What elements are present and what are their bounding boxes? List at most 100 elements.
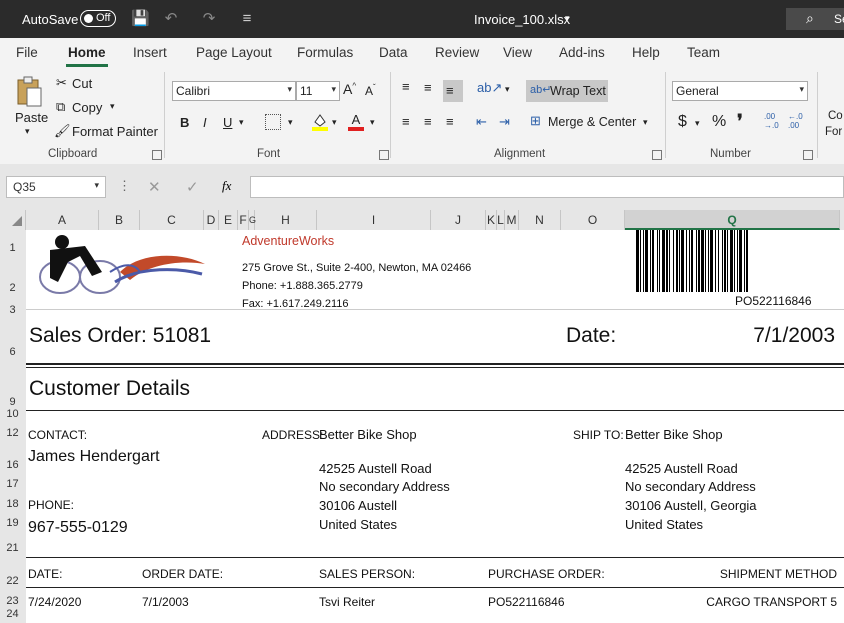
column-header[interactable]: H: [255, 210, 317, 230]
row-header[interactable]: 23: [0, 595, 25, 607]
cancel-icon[interactable]: ✕: [148, 178, 161, 196]
more-options-icon[interactable]: ⋮: [118, 178, 131, 194]
column-header[interactable]: I: [317, 210, 431, 230]
tab-add-ins[interactable]: Add-ins: [559, 45, 605, 60]
format-painter-button[interactable]: Format Painter: [72, 124, 158, 139]
decrease-decimal-button[interactable]: ←.0 .00: [788, 112, 808, 130]
column-header[interactable]: L: [497, 210, 505, 230]
insert-function-button[interactable]: fx: [222, 178, 231, 194]
clipboard-launcher-icon[interactable]: [152, 150, 162, 160]
tab-page-layout[interactable]: Page Layout: [196, 45, 272, 60]
currency-dropdown-icon[interactable]: ▾: [695, 118, 700, 129]
row-header[interactable]: 3: [0, 304, 25, 316]
align-right-icon[interactable]: ≡: [446, 114, 454, 129]
align-top-icon[interactable]: ≡: [402, 79, 410, 94]
column-header[interactable]: J: [431, 210, 486, 230]
column-header[interactable]: M: [505, 210, 519, 230]
column-header[interactable]: O: [561, 210, 625, 230]
paste-icon[interactable]: [14, 76, 44, 108]
name-box[interactable]: Q35 ▾: [6, 176, 106, 198]
orientation-dropdown-icon[interactable]: ▾: [505, 84, 510, 95]
increase-font-icon[interactable]: A^: [343, 81, 356, 97]
row-header[interactable]: 9: [0, 396, 25, 408]
number-launcher-icon[interactable]: [803, 150, 813, 160]
column-header[interactable]: E: [219, 210, 238, 230]
row-header[interactable]: 12: [0, 427, 25, 439]
borders-icon[interactable]: [265, 114, 281, 130]
align-bottom-button[interactable]: ≡: [443, 80, 463, 102]
number-format-select[interactable]: General ▾: [672, 81, 808, 101]
font-color-dropdown-icon[interactable]: ▾: [370, 117, 375, 128]
increase-decimal-button[interactable]: .00 →.0: [764, 112, 784, 130]
redo-icon[interactable]: ↷: [200, 11, 218, 27]
row-header[interactable]: 19: [0, 517, 25, 529]
column-header[interactable]: K: [486, 210, 497, 230]
document-title[interactable]: Invoice_100.xlsx: [474, 12, 570, 27]
alignment-launcher-icon[interactable]: [652, 150, 662, 160]
row-header[interactable]: 1: [0, 242, 25, 254]
save-icon[interactable]: 💾: [131, 11, 150, 27]
tab-view[interactable]: View: [503, 45, 532, 60]
merge-center-button[interactable]: Merge & Center: [548, 115, 636, 129]
tab-review[interactable]: Review: [435, 45, 479, 60]
search-box[interactable]: ⌕ Se: [786, 8, 844, 30]
italic-button[interactable]: I: [203, 115, 207, 130]
font-size-select[interactable]: 11 ▾: [296, 81, 340, 101]
column-header[interactable]: A: [26, 210, 99, 230]
chevron-down-icon[interactable]: ▾: [94, 180, 99, 191]
row-header[interactable]: 24: [0, 608, 25, 620]
font-color-icon[interactable]: A: [348, 112, 364, 132]
autosave-toggle[interactable]: Off: [80, 10, 116, 27]
align-center-icon[interactable]: ≡: [424, 114, 432, 129]
percent-button[interactable]: %: [712, 113, 726, 131]
tab-team[interactable]: Team: [687, 45, 720, 60]
increase-indent-icon[interactable]: ⇥: [499, 114, 510, 130]
font-name-select[interactable]: Calibri ▾: [172, 81, 296, 101]
font-launcher-icon[interactable]: [379, 150, 389, 160]
merge-center-icon[interactable]: ⊞: [530, 113, 541, 129]
row-header[interactable]: 2: [0, 282, 25, 294]
align-left-icon[interactable]: ≡: [402, 114, 410, 129]
underline-button[interactable]: U: [223, 115, 232, 130]
cut-button[interactable]: Cut: [72, 76, 92, 91]
bold-button[interactable]: B: [180, 115, 189, 130]
select-all-button[interactable]: [0, 210, 26, 230]
paste-dropdown-icon[interactable]: ▾: [25, 126, 30, 137]
decrease-font-icon[interactable]: Aˇ: [365, 83, 376, 98]
formula-input[interactable]: [250, 176, 844, 198]
format-as-table-label[interactable]: For: [825, 126, 842, 138]
tab-formulas[interactable]: Formulas: [297, 45, 353, 60]
copy-button[interactable]: Copy: [72, 100, 102, 115]
row-header[interactable]: 21: [0, 542, 25, 554]
column-header-selected[interactable]: Q: [625, 210, 840, 230]
tab-insert[interactable]: Insert: [133, 45, 167, 60]
row-header[interactable]: 18: [0, 498, 25, 510]
tab-help[interactable]: Help: [632, 45, 660, 60]
paste-button[interactable]: Paste: [15, 110, 48, 125]
align-middle-icon[interactable]: ≡: [424, 80, 432, 95]
tab-file[interactable]: File: [16, 45, 38, 60]
copy-dropdown-icon[interactable]: ▾: [110, 101, 115, 112]
column-header[interactable]: N: [519, 210, 561, 230]
column-header[interactable]: F: [238, 210, 249, 230]
row-header[interactable]: 22: [0, 575, 25, 587]
worksheet[interactable]: AdventureWorks 275 Grove St., Suite 2-40…: [26, 230, 844, 623]
wrap-text-button[interactable]: ab↵ Wrap Text: [526, 80, 608, 102]
borders-dropdown-icon[interactable]: ▾: [288, 117, 293, 128]
tab-home[interactable]: Home: [68, 45, 106, 60]
row-header[interactable]: 6: [0, 346, 25, 358]
conditional-formatting-label[interactable]: Co: [828, 110, 843, 122]
underline-dropdown-icon[interactable]: ▾: [239, 117, 244, 128]
tab-data[interactable]: Data: [379, 45, 408, 60]
column-header[interactable]: C: [140, 210, 204, 230]
customize-qat-icon[interactable]: ≡: [238, 11, 256, 27]
currency-button[interactable]: $: [678, 113, 687, 131]
merge-dropdown-icon[interactable]: ▾: [643, 117, 648, 128]
undo-icon[interactable]: ↶: [162, 11, 180, 27]
column-header[interactable]: B: [99, 210, 140, 230]
comma-button[interactable]: ❜: [737, 111, 743, 132]
column-header[interactable]: D: [204, 210, 219, 230]
row-header[interactable]: 10: [0, 408, 25, 420]
row-header[interactable]: 16: [0, 459, 25, 471]
orientation-icon[interactable]: ab↗: [477, 80, 502, 96]
